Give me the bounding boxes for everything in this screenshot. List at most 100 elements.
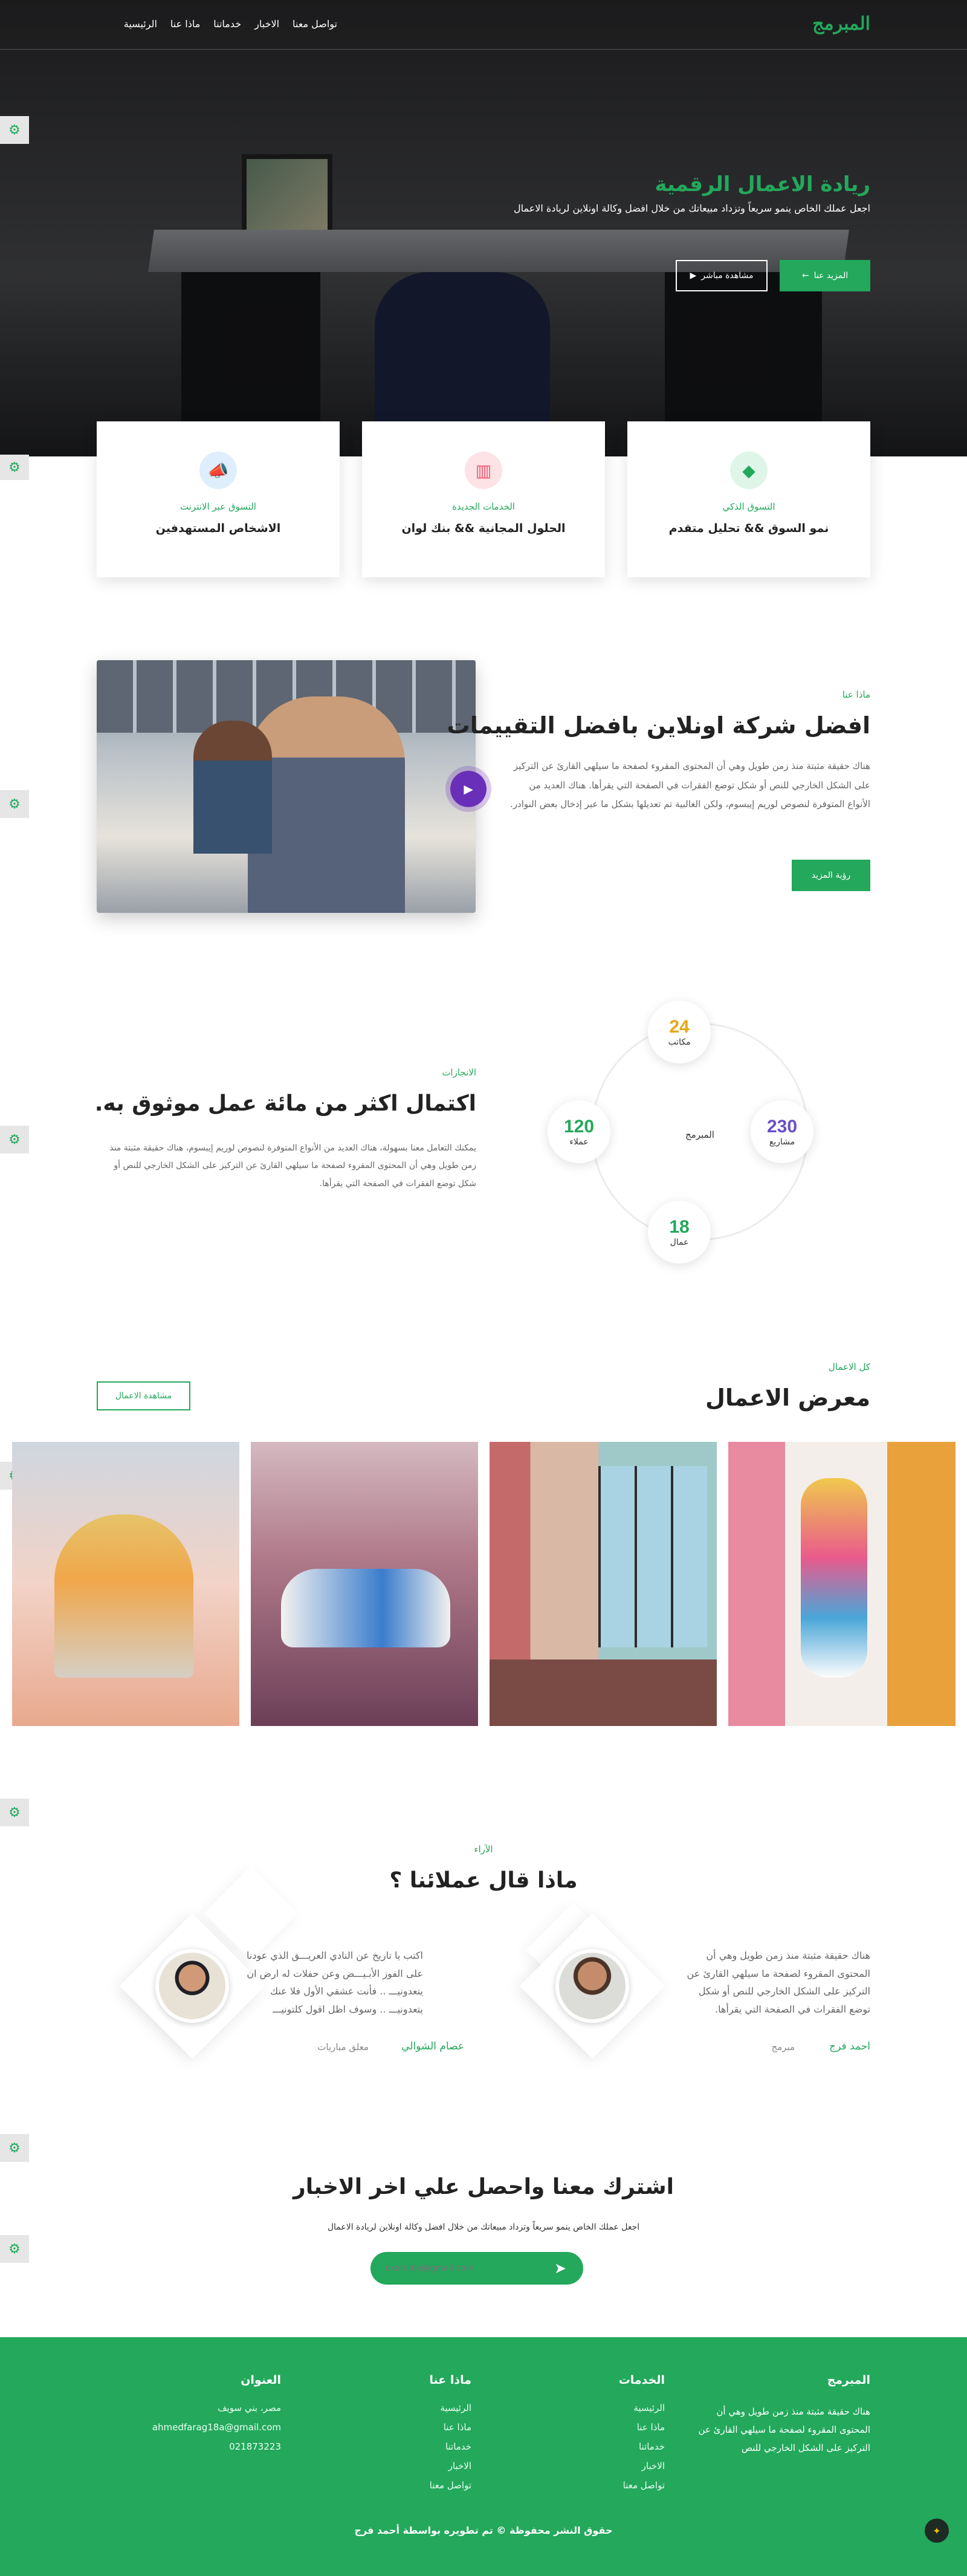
about-us-button-label: المزيد عنا [813, 271, 849, 281]
watch-live-button-label: مشاهدة مباشر [701, 271, 754, 281]
nav-item-services[interactable]: خدماتنا [213, 18, 241, 30]
stat-label: مشاريع [769, 1137, 795, 1147]
hero-section: المبرمج الرئيسية ماذا عنا خدماتنا الاخبا… [0, 0, 967, 456]
nav-item-home[interactable]: الرئيسية [124, 18, 157, 30]
footer-link[interactable]: خدماتنا [429, 2441, 471, 2452]
settings-gear-icon[interactable]: ⚙ [0, 790, 29, 818]
footer-about-title: ماذا عنا [429, 2373, 471, 2387]
portfolio-image [281, 1569, 450, 1647]
footer-phone[interactable]: 021873223 [152, 2441, 281, 2452]
settings-gear-icon[interactable]: ⚙ [0, 1799, 29, 1826]
about-us-button[interactable]: المزيد عنا ← [780, 260, 870, 291]
stat-projects: 230 مشاريع [751, 1100, 813, 1163]
stats-kicker: الانجازات [442, 1067, 476, 1078]
stat-label: مكاتب [668, 1037, 691, 1047]
testimonial-role: معلق مباريات [317, 2042, 369, 2052]
send-icon[interactable]: ➤ [551, 2259, 570, 2278]
portfolio-image [801, 1478, 867, 1678]
footer-link[interactable]: الرئيسية [429, 2402, 471, 2413]
settings-gear-icon[interactable]: ⚙ [0, 1126, 29, 1153]
woman-image [193, 721, 272, 854]
avatar [555, 1949, 629, 2023]
megaphone-icon: 📣 [199, 452, 237, 489]
footer-link[interactable]: الرئيسية [619, 2402, 665, 2413]
footer-link[interactable]: الاخبار [619, 2461, 665, 2471]
stat-label: عمال [670, 1238, 689, 1247]
team-photo [97, 660, 476, 913]
footer-link[interactable]: الاخبار [429, 2461, 471, 2471]
stat-value: 120 [563, 1117, 595, 1137]
play-icon: ▶ [464, 782, 473, 796]
footer-link[interactable]: خدماتنا [619, 2441, 665, 2452]
play-video-button[interactable]: ▶ [450, 771, 487, 807]
portfolio-item[interactable] [251, 1442, 478, 1726]
stat-value: 18 [669, 1217, 690, 1237]
stat-workers: 18 عمال [648, 1201, 711, 1264]
footer-link[interactable]: ماذا عنا [619, 2422, 665, 2433]
footer-link[interactable]: تواصل معنا [429, 2480, 471, 2491]
stats-paragraph: يمكنك التعامل معنا بسهولة، هناك العديد م… [109, 1143, 476, 1189]
email-input[interactable] [385, 2259, 536, 2277]
testimonial-name: احمد فرج [829, 2040, 870, 2052]
hero-subtitle: اجعل عملك الخاص ينمو سريعاً وتزداد مبيعا… [513, 203, 870, 214]
service-card[interactable]: ◆ التسوق الذكي نمو السوق && تحليل متقدم [627, 421, 870, 577]
view-works-button[interactable]: مشاهدة الاعمال [97, 1381, 190, 1410]
hero-overlay [0, 0, 967, 456]
service-title: نمو السوق && تحليل متقدم [668, 522, 829, 535]
stat-offices: 24 مكاتب [648, 1001, 711, 1063]
footer: المبرمج هناك حقيقة مثبتة منذ زمن طويل وه… [0, 2337, 967, 2576]
footer-services: الخدمات الرئيسية ماذا عنا خدماتنا الاخبا… [619, 2373, 665, 2499]
diamond-icon: ◆ [730, 452, 768, 489]
stat-value: 24 [669, 1017, 690, 1037]
service-title: الحلول المجانية && بنك لوان [401, 522, 566, 535]
service-card[interactable]: ▥ الخدمات الجديدة الحلول المجانية && بنك… [362, 421, 605, 577]
settings-gear-icon[interactable]: ⚙ [0, 2235, 29, 2263]
newsletter-subtitle: اجعل عملك الخاص ينمو سريعاً وتزداد مبيعا… [327, 2222, 640, 2232]
testimonial-name: عصام الشوالي [401, 2040, 464, 2052]
testimonial-quote: هناك حقيقة مثبتة منذ زمن طويل وهي أن الم… [687, 1950, 870, 2015]
footer-services-title: الخدمات [618, 2373, 665, 2387]
scroll-top-button[interactable]: ✦ [925, 2519, 949, 2543]
testimonials-kicker: الآراء [474, 1844, 493, 1855]
portfolio-item[interactable] [12, 1442, 239, 1726]
portfolio-item[interactable] [490, 1442, 717, 1726]
testimonials-title: ماذا قال عملائنا ؟ [389, 1868, 578, 1893]
nav-item-news[interactable]: الاخبار [254, 18, 279, 30]
nav-item-contact[interactable]: تواصل معنا [293, 18, 337, 30]
footer-link[interactable]: ماذا عنا [429, 2422, 471, 2433]
testimonial-quote: اكتب يا تاريخ عن النادي العريـــق الذي ع… [247, 1950, 423, 2015]
footer-link[interactable]: تواصل معنا [619, 2480, 665, 2491]
testimonial-role: مبرمج [771, 2042, 795, 2052]
stat-clients: 120 عملاء [548, 1100, 610, 1163]
stat-label: عملاء [569, 1137, 589, 1147]
watch-live-button[interactable]: مشاهدة مباشر ▶ [676, 260, 768, 291]
service-title: الاشخاص المستهدفين [155, 522, 281, 535]
stat-value: 230 [766, 1117, 798, 1137]
portfolio-title: معرض الاعمال [705, 1384, 870, 1411]
nav-menu: الرئيسية ماذا عنا خدماتنا الاخبار تواصل … [124, 18, 337, 30]
settings-gear-icon[interactable]: ⚙ [0, 116, 29, 144]
lightbulb-icon: ✦ [933, 2525, 941, 2537]
see-more-button[interactable]: رؤية المزيد [792, 860, 870, 891]
portfolio-image [598, 1466, 707, 1647]
navbar: المبرمج الرئيسية ماذا عنا خدماتنا الاخبا… [0, 0, 967, 50]
portfolio-floor-image [490, 1659, 717, 1726]
play-icon: ▶ [690, 271, 697, 281]
service-card[interactable]: 📣 التسوق عبر الانترنت الاشخاص المستهدفين [97, 421, 340, 577]
portfolio-image [54, 1514, 193, 1678]
service-kicker: التسوق عبر الانترنت [180, 501, 256, 512]
about-title: افضل شركة اونلاين بافضل التقييمات [447, 712, 870, 739]
nav-item-about[interactable]: ماذا عنا [170, 18, 200, 30]
logo[interactable]: المبرمج [812, 13, 870, 34]
portfolio-item[interactable] [728, 1442, 956, 1726]
about-paragraph: هناك حقيقة مثبتة منذ زمن طويل وهي أن الم… [510, 761, 870, 809]
settings-gear-icon[interactable]: ⚙ [0, 455, 29, 480]
footer-email[interactable]: ahmedfarag18a@gmail.com [152, 2422, 281, 2433]
avatar [155, 1949, 229, 2023]
copyright: حقوق النشر محفوظة © تم تطويره بواسطة أحم… [354, 2525, 613, 2536]
footer-brand: المبرمج هناك حقيقة مثبتة منذ زمن طويل وه… [689, 2373, 870, 2457]
service-kicker: التسوق الذكي [722, 501, 775, 512]
hero-title: ريادة الاعمال الرقمية [655, 172, 870, 196]
settings-gear-icon[interactable]: ⚙ [0, 2134, 29, 2162]
stats-title: اكتمال اكثر من مائة عمل موثوق به. [94, 1091, 476, 1116]
